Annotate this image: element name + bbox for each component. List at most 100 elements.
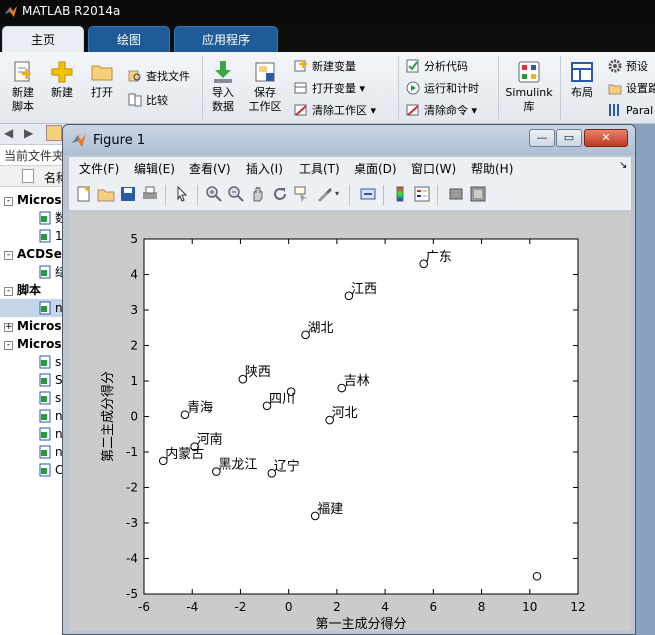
minimize-button[interactable]: — (529, 129, 555, 147)
new-button[interactable]: 新建 (46, 60, 78, 100)
zoom-in-icon[interactable] (205, 185, 223, 203)
maximize-button[interactable]: ▭ (556, 129, 582, 147)
find-files-button[interactable]: 查找文件 (128, 68, 190, 86)
file-row[interactable]: S (0, 371, 70, 389)
back-arrow-icon[interactable]: ◀ (4, 126, 13, 140)
rotate-icon[interactable] (271, 185, 289, 203)
toolbar-separator (197, 185, 198, 205)
show-plot-tools-icon[interactable] (469, 185, 487, 203)
colorbar-icon[interactable] (391, 185, 409, 203)
file-row[interactable]: 数 (0, 209, 70, 227)
clear-commands-button[interactable]: 清除命令 ▾ (406, 102, 477, 120)
collapse-icon[interactable]: - (4, 197, 13, 206)
save-workspace-button[interactable]: 保存 工作区 (246, 60, 284, 114)
collapse-icon[interactable]: - (4, 251, 13, 260)
data-point-label: 陕西 (245, 365, 271, 380)
close-button[interactable]: ✕ (584, 129, 628, 147)
menu-desktop[interactable]: 桌面(D) (354, 160, 397, 177)
find-files-icon (128, 70, 141, 82)
expand-icon[interactable]: + (4, 323, 13, 332)
zoom-out-icon[interactable] (227, 185, 245, 203)
file-label: s (55, 391, 62, 405)
ribbon-separator (498, 56, 499, 120)
forward-arrow-icon[interactable]: ▶ (24, 126, 33, 140)
layout-button[interactable]: 布局 (564, 60, 600, 100)
new-variable-button[interactable]: 新建变量 (294, 58, 356, 76)
file-label: s (55, 355, 62, 369)
file-row[interactable]: n (0, 299, 70, 317)
menu-view[interactable]: 查看(V) (189, 160, 231, 177)
menu-help[interactable]: 帮助(H) (471, 160, 513, 177)
menu-insert[interactable]: 插入(I) (246, 160, 283, 177)
folder-group-row[interactable]: - 脚本 (0, 281, 70, 299)
menu-file[interactable]: 文件(F) (79, 160, 119, 177)
open-variable-button[interactable]: 打开变量 ▾ (294, 80, 365, 98)
file-row[interactable]: C (0, 461, 70, 479)
new-script-button[interactable]: 新建 脚本 (6, 60, 40, 114)
menu-window[interactable]: 窗口(W) (411, 160, 456, 177)
folder-group-row[interactable]: - Microso (0, 191, 70, 209)
toolbar-separator (165, 185, 166, 205)
open-button[interactable]: 打开 (86, 60, 118, 100)
brush-dropdown-icon[interactable]: ▾ (335, 189, 339, 198)
clear-commands-icon (406, 104, 419, 116)
y-tick-label: -5 (126, 587, 138, 601)
parallel-label: Paral (626, 104, 654, 117)
open-file-icon[interactable] (97, 185, 115, 203)
collapse-icon[interactable]: - (4, 341, 13, 350)
data-cursor-icon[interactable] (293, 185, 311, 203)
document-icon (39, 409, 51, 423)
up-folder-icon[interactable] (46, 125, 62, 141)
compare-button[interactable]: 比较 (128, 92, 168, 110)
folder-group-row[interactable]: + Microso (0, 317, 70, 335)
clear-workspace-button[interactable]: 清除工作区 ▾ (294, 102, 376, 120)
file-row[interactable]: 结 (0, 263, 70, 281)
folder-icon (91, 65, 113, 81)
new-figure-icon[interactable] (75, 185, 93, 203)
file-row[interactable]: n (0, 425, 70, 443)
import-data-button[interactable]: 导入 数据 (206, 60, 240, 114)
analyze-code-button[interactable]: 分析代码 (406, 58, 468, 76)
y-tick-label: -4 (126, 552, 138, 566)
pointer-icon[interactable] (173, 185, 191, 203)
simulink-icon (518, 61, 540, 83)
file-row[interactable]: s (0, 353, 70, 371)
clear-workspace-icon (294, 104, 307, 116)
x-tick-label: -6 (138, 600, 150, 614)
menubar-dock-arrow-icon[interactable]: ↘ (619, 160, 627, 171)
parallel-button[interactable]: Paral (608, 102, 653, 120)
data-point-label: 黑龙江 (218, 458, 257, 473)
file-row[interactable]: n (0, 407, 70, 425)
run-and-time-icon (406, 81, 420, 95)
preferences-button[interactable]: 预设 (608, 58, 648, 76)
file-row[interactable]: s (0, 389, 70, 407)
document-icon (39, 301, 51, 315)
collapse-icon[interactable]: - (4, 287, 13, 296)
new-script-label: 新建 脚本 (12, 86, 34, 113)
tab-home[interactable]: 主页 (2, 26, 84, 52)
pan-icon[interactable] (249, 185, 267, 203)
file-row[interactable]: n (0, 443, 70, 461)
save-icon[interactable] (119, 185, 137, 203)
folder-group-row[interactable]: - ACDSee (0, 245, 70, 263)
tab-apps[interactable]: 应用程序 (174, 26, 278, 52)
tab-plots[interactable]: 绘图 (88, 26, 170, 52)
run-and-time-button[interactable]: 运行和计时 (406, 80, 479, 98)
simulink-library-button[interactable]: Simulink 库 (502, 60, 556, 114)
file-row[interactable]: 1 (0, 227, 70, 245)
name-column-header[interactable]: 名称 (0, 165, 70, 187)
set-path-button[interactable]: 设置路 (608, 80, 655, 98)
print-icon[interactable] (141, 185, 159, 203)
link-plot-icon[interactable] (359, 185, 377, 203)
brush-icon[interactable] (315, 185, 333, 203)
figure-window: Figure 1 — ▭ ✕ 文件(F) 编辑(E) 查看(V) 插入(I) 工… (62, 124, 636, 635)
save-workspace-icon (255, 62, 275, 82)
menu-edit[interactable]: 编辑(E) (134, 160, 175, 177)
menu-tools[interactable]: 工具(T) (299, 160, 340, 177)
y-tick-label: 5 (130, 232, 138, 246)
new-script-icon (14, 61, 31, 82)
folder-group-row[interactable]: - Microso (0, 335, 70, 353)
hide-plot-tools-icon[interactable] (447, 185, 465, 203)
legend-icon[interactable] (413, 185, 431, 203)
y-tick-label: -1 (126, 445, 138, 459)
